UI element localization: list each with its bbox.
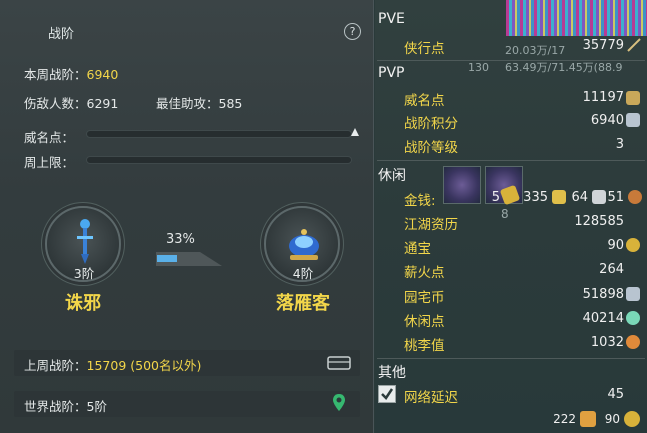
footer-value-a: 222 [553,412,576,426]
last-week-rank: 上周战阶：15709 (500名以外) [24,355,201,374]
label-rank-points: 战阶积分 [404,116,458,132]
help-button[interactable]: ? [344,23,361,40]
footer-value-b: 90 [604,412,620,426]
battle-rank-panel: 战阶 ? 本周战阶：6940 伤敌人数：6291 最佳助攻：585 威名点： 周… [0,0,374,433]
label-prestige: 威名点 [404,93,445,109]
value-xinhuo: 264 [599,262,624,277]
money-copper2: 51 [607,190,624,205]
copper-icon [592,190,606,204]
copper-coin-icon [628,190,642,204]
rank-progress-bar [156,252,222,266]
best-assist: 最佳助攻：585 [156,96,243,111]
money-silver: 335 [523,190,548,205]
section-other: 其他 [378,365,406,381]
label-taoli: 桃李值 [404,338,445,354]
money-gold: 5 [491,190,500,205]
leaf-icon [626,311,640,325]
label-xiaxing: 侠行点 [404,41,445,57]
value-taoli: 1032 [590,335,624,350]
section-leisure: 休闲 [378,168,406,184]
value-rank-level: 3 [615,137,624,152]
weekly-rank-row: 本周战阶：6940 [24,64,118,83]
label-jianghu: 江湖资历 [404,217,458,233]
label-leisure-points: 休闲点 [404,314,445,330]
checkmark-icon [381,388,394,400]
label-money: 金钱: [404,193,436,209]
label-xinhuo: 薪火点 [404,265,445,281]
value-tongbao: 90 [607,238,624,253]
value-xiaxing: 35779 [582,38,624,53]
location-pin-icon[interactable] [332,393,346,413]
latency-checkbox[interactable] [378,385,396,403]
label-yuanzhai: 园宅币 [404,290,445,306]
money-copper1: 64 [571,190,588,205]
prestige-bar [86,130,352,138]
rank-points-icon [626,113,640,127]
coin-icon [624,411,640,427]
weekly-rank-value: 6940 [86,67,119,82]
value-jianghu: 128585 [574,214,624,229]
kills-count: 伤敌人数：6291 [24,96,119,111]
value-rank-points: 6940 [590,113,624,128]
next-rank-name: 落雁客 [276,293,330,314]
value-yuanzhai: 51898 [582,287,624,302]
current-rank-name: 诛邪 [65,293,101,314]
flag-icon [580,411,596,427]
weekly-rank-label: 本周战阶： [24,67,87,82]
background-artwork [506,0,647,36]
weekly-cap-label: 周上限： [24,155,75,170]
house-coin-icon [626,287,640,301]
prestige-label: 威名点： [24,130,75,145]
sword-icon [627,38,641,52]
section-pve: PVE [378,11,405,27]
last-week-value: 15709 (500名以外) [86,358,202,373]
label-rank-level: 战阶等级 [404,140,458,156]
prestige-icon [626,91,640,105]
weekly-cap-bar [86,156,352,164]
next-rank-level: 4阶 [292,266,314,281]
label-tongbao: 通宝 [404,241,431,257]
overlay-text-a: 20.03万/17 [505,44,566,57]
overlay-num: 130 [468,61,489,74]
overlay-text-b: 63.49万/71.45万(88.9 [505,61,623,74]
panel-title: 战阶 [48,27,75,42]
divider [377,160,645,161]
tree-image [443,166,481,204]
silver-icon [552,190,566,204]
value-latency: 45 [607,387,624,402]
peach-icon [626,335,640,349]
divider [377,358,645,359]
world-rank: 世界战阶：5阶 [24,399,107,414]
value-leisure-points: 40214 [582,311,624,326]
current-rank-level: 3阶 [73,266,95,281]
progress-percent: 33% [166,232,195,247]
chest-icon[interactable] [327,354,351,370]
prestige-marker-icon [351,128,359,136]
section-pvp: PVP [378,65,405,81]
label-latency: 网络延迟 [404,390,458,406]
last-week-label: 上周战阶： [24,358,87,373]
coin-icon [626,238,640,252]
slot-number: 8 [501,207,509,221]
value-prestige: 11197 [582,90,624,105]
divider [377,60,645,61]
